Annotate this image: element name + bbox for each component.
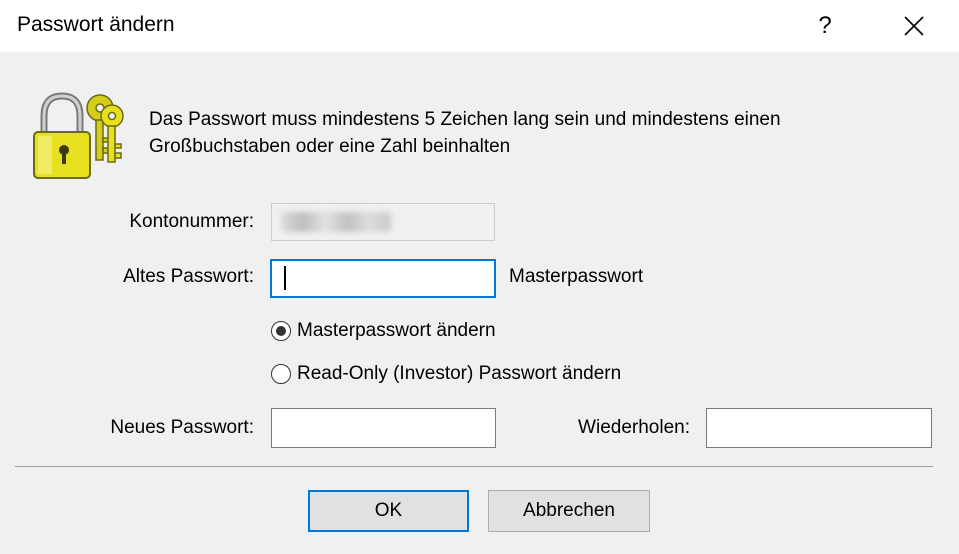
new-password-label: Neues Passwort: [110, 417, 254, 438]
window-title: Passwort ändern [17, 13, 175, 36]
repeat-password-label: Wiederholen: [578, 417, 690, 438]
radio-change-master-password[interactable]: Masterpasswort ändern [271, 318, 496, 344]
title-bar: Passwort ändern ? [0, 0, 959, 52]
account-number-label: Kontonummer: [129, 211, 254, 232]
radio-button-checked[interactable] [271, 321, 291, 341]
text-caret [284, 266, 286, 290]
cancel-button[interactable]: Abbrechen [488, 490, 650, 532]
repeat-password-field[interactable] [706, 408, 932, 448]
separator [15, 466, 933, 467]
redacted-account-number [281, 212, 391, 232]
ok-button[interactable]: OK [308, 490, 469, 532]
help-icon: ? [818, 12, 832, 39]
old-password-field[interactable] [270, 259, 496, 298]
new-password-field[interactable] [271, 408, 496, 448]
radio-change-investor-password[interactable]: Read-Only (Investor) Passwort ändern [271, 361, 621, 387]
help-button[interactable]: ? [795, 0, 855, 52]
radio-label: Read-Only (Investor) Passwort ändern [297, 363, 622, 384]
radio-button-unchecked[interactable] [271, 364, 291, 384]
password-requirements-text: Das Passwort muss mindestens 5 Zeichen l… [149, 109, 781, 157]
radio-label: Masterpasswort ändern [297, 320, 496, 341]
password-type-label: Masterpasswort [509, 266, 644, 287]
padlock-with-keys-icon [33, 92, 124, 179]
close-icon [904, 16, 924, 36]
old-password-label: Altes Passwort: [123, 266, 254, 287]
close-button[interactable] [884, 0, 944, 52]
